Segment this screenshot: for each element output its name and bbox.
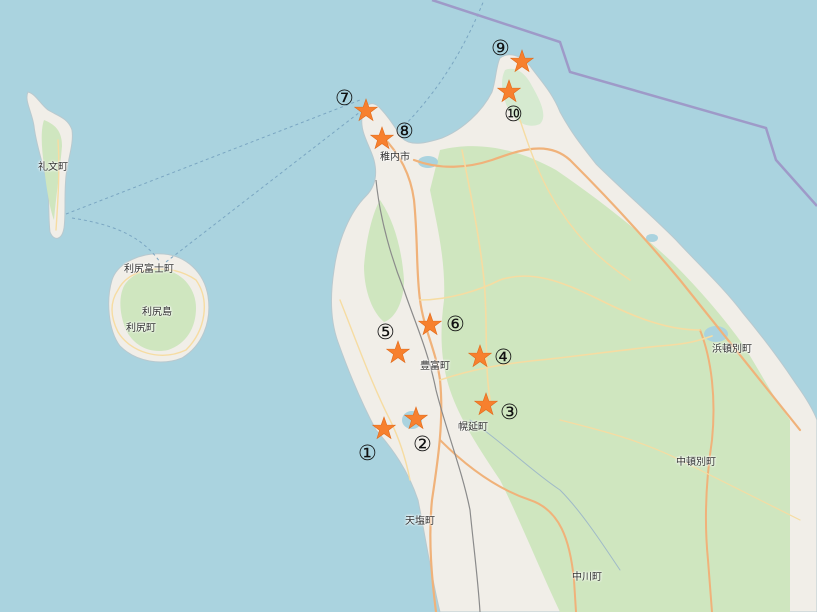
place-label-hamatonbetsu: 浜頓別町	[712, 344, 752, 355]
map-view[interactable]: 礼文町 利尻富士町 利尻島 利尻町 稚内市 豊富町 幌延町 浜頓別町 中頓別町 …	[0, 0, 817, 612]
place-label-rishiri-island: 利尻島	[142, 307, 172, 318]
place-label-nakagawa: 中川町	[572, 572, 602, 583]
star-icon	[404, 406, 428, 430]
place-label-nakatonbetsu: 中頓別町	[676, 457, 716, 468]
star-icon	[370, 126, 394, 150]
star-marker-4[interactable]	[468, 344, 492, 368]
star-icon	[468, 344, 492, 368]
place-label-rishiri: 利尻町	[126, 323, 156, 334]
marker-label-6: ⑥	[446, 312, 465, 336]
star-icon	[354, 98, 378, 122]
marker-label-1: ①	[358, 441, 377, 465]
marker-label-8: ⑧	[395, 119, 414, 143]
star-icon	[372, 416, 396, 440]
star-marker-6[interactable]	[418, 312, 442, 336]
marker-label-9: ⑨	[491, 36, 510, 60]
place-label-rebun: 礼文町	[38, 162, 68, 173]
marker-label-4: ④	[494, 345, 513, 369]
star-marker-7[interactable]	[354, 98, 378, 122]
star-icon	[510, 49, 534, 73]
star-icon	[497, 79, 521, 103]
marker-label-10: ⑩	[504, 102, 523, 126]
star-marker-8[interactable]	[370, 126, 394, 150]
star-icon	[418, 312, 442, 336]
star-marker-2[interactable]	[404, 406, 428, 430]
marker-label-2: ②	[413, 432, 432, 456]
lake	[646, 234, 658, 242]
star-icon	[474, 392, 498, 416]
place-label-teshio: 天塩町	[405, 516, 435, 527]
star-marker-10[interactable]	[497, 79, 521, 103]
marker-label-3: ③	[500, 400, 519, 424]
marker-label-7: ⑦	[335, 86, 354, 110]
star-marker-3[interactable]	[474, 392, 498, 416]
place-label-rishirifuji: 利尻富士町	[124, 264, 174, 275]
place-label-toyotomi: 豊富町	[420, 361, 450, 372]
place-label-horonobe: 幌延町	[458, 422, 488, 433]
place-label-wakkanai: 稚内市	[380, 152, 410, 163]
marker-label-5: ⑤	[376, 320, 395, 344]
star-marker-9[interactable]	[510, 49, 534, 73]
star-marker-1[interactable]	[372, 416, 396, 440]
